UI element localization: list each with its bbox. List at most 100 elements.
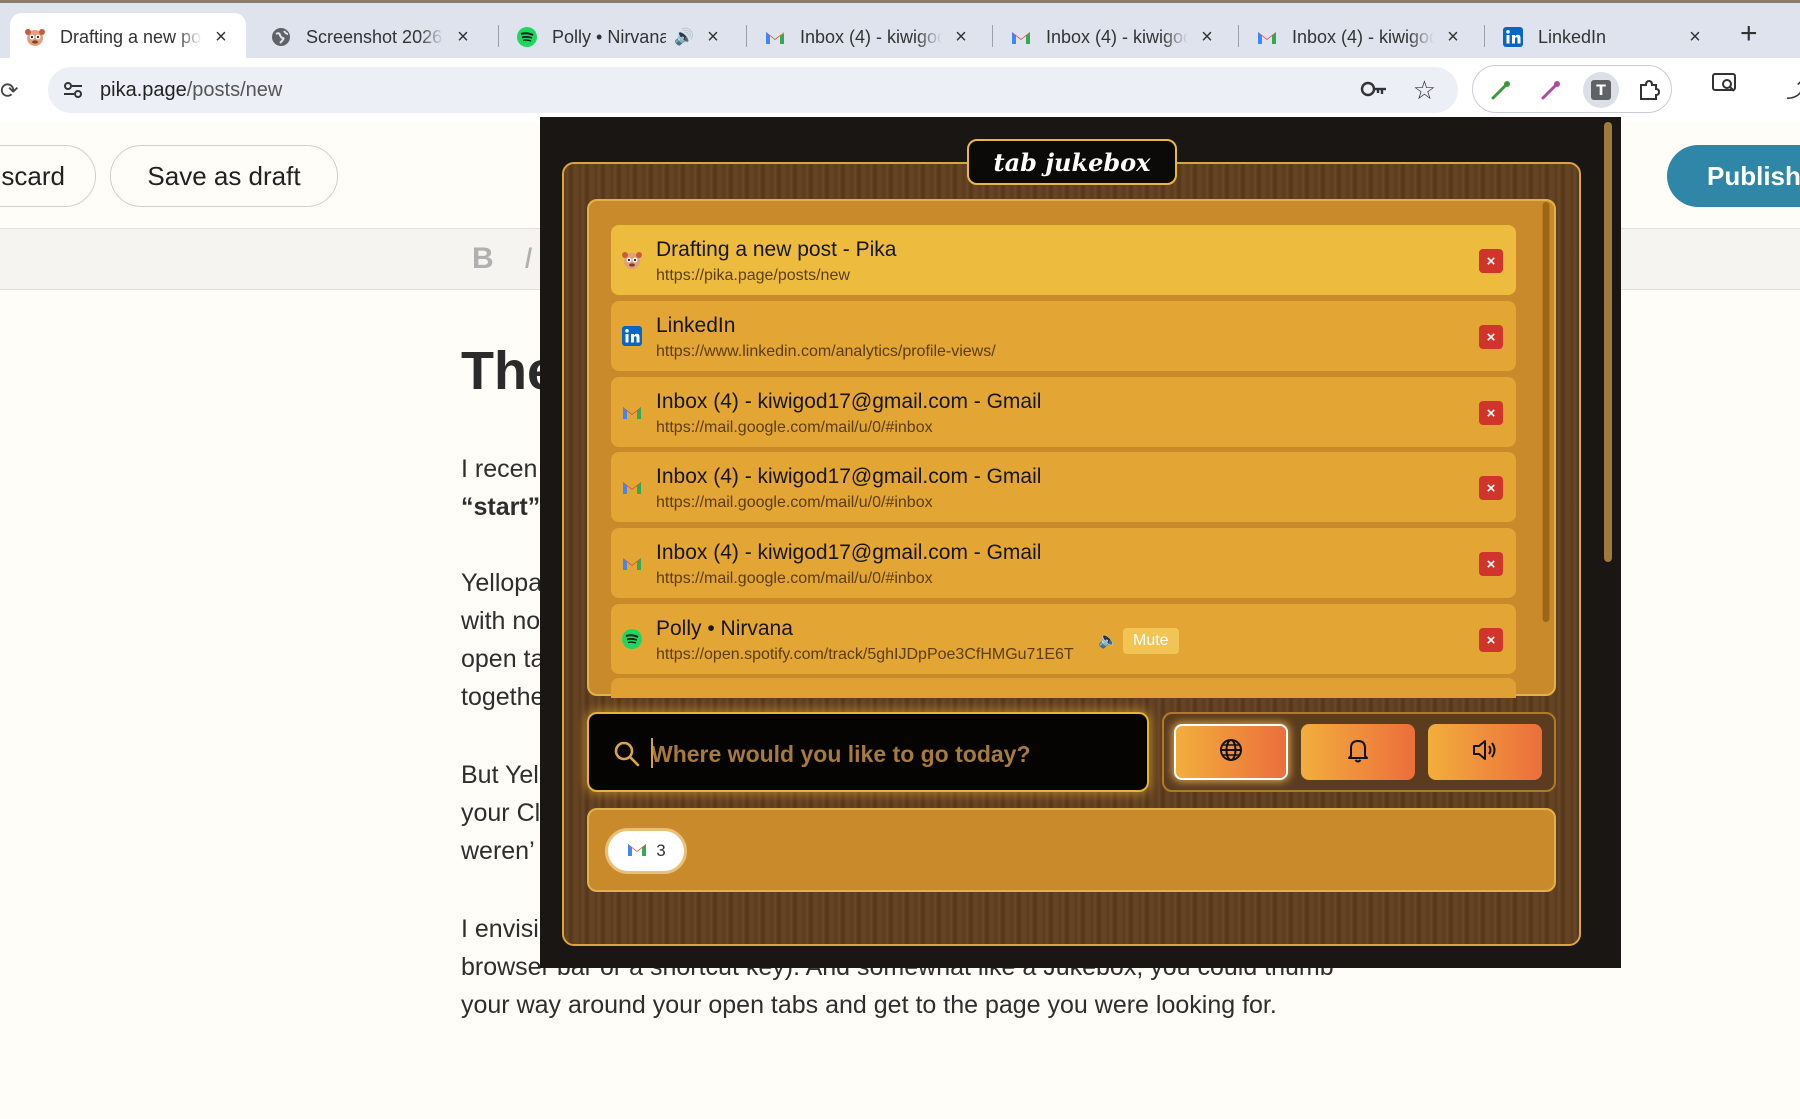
- post-body-line: “start”: [461, 493, 541, 521]
- tab-url: https://open.spotify.com/track/5ghIJDpPo…: [656, 646, 1074, 663]
- tab-search-icon[interactable]: [1712, 72, 1738, 100]
- tab-list-item-partial[interactable]: [611, 678, 1516, 698]
- close-tab-button[interactable]: ×: [1479, 552, 1503, 576]
- close-tab-button[interactable]: ×: [1479, 401, 1503, 425]
- extensions-group: T: [1472, 65, 1672, 113]
- post-body-line: Yellopa: [461, 569, 543, 597]
- url-text: pika.page/posts/new: [100, 79, 282, 102]
- search-box[interactable]: [587, 712, 1149, 792]
- speaker-icon: 🔈: [1098, 632, 1118, 649]
- filter-all-button[interactable]: [1174, 724, 1288, 780]
- tab-url: https://mail.google.com/mail/u/0/#inbox: [656, 419, 933, 436]
- tab-divider: [1238, 25, 1239, 47]
- address-bar[interactable]: pika.page/posts/new ☆: [48, 67, 1458, 113]
- italic-button[interactable]: I: [524, 242, 532, 276]
- tab-list-item[interactable]: Inbox (4) - kiwigod17@gmail.com - Gmail …: [611, 377, 1516, 447]
- search-icon: [613, 740, 641, 773]
- post-body-line: your way around your open tabs and get t…: [461, 991, 1277, 1019]
- purple-dropper-icon[interactable]: [1533, 72, 1569, 108]
- gmail-icon: [1256, 26, 1278, 48]
- post-body-line: with no: [461, 607, 541, 635]
- close-icon[interactable]: ×: [950, 26, 972, 49]
- tab-divider: [1484, 25, 1485, 47]
- mute-button[interactable]: Mute: [1123, 628, 1179, 654]
- chip-count: 3: [656, 841, 666, 860]
- bell-icon: [1345, 736, 1371, 769]
- green-dropper-icon[interactable]: [1483, 72, 1519, 108]
- tab-list-item[interactable]: Inbox (4) - kiwigod17@gmail.com - Gmail …: [611, 452, 1516, 522]
- browser-tab-label: Inbox (4) - kiwigod17@gmail.com - Gmail: [1292, 26, 1434, 47]
- gmail-icon: [621, 552, 643, 574]
- browser-tab-label: LinkedIn: [1538, 26, 1607, 47]
- bold-button[interactable]: B: [472, 242, 494, 276]
- browser-tab-screenshot[interactable]: Screenshot 2026- ×: [256, 13, 488, 61]
- browser-tab-label: Screenshot 2026-: [306, 26, 444, 47]
- profile-icon[interactable]: ⤴: [1786, 72, 1800, 104]
- speaker-icon[interactable]: 🔊: [674, 27, 694, 47]
- spotify-icon: [621, 628, 643, 650]
- tab-list-item[interactable]: LinkedIn https://www.linkedin.com/analyt…: [611, 301, 1516, 371]
- close-icon[interactable]: ×: [1196, 26, 1218, 49]
- browser-tab-label: Polly • Nirvana: [552, 26, 667, 47]
- publish-button[interactable]: Publish: [1667, 145, 1800, 207]
- site-group-tray: [587, 808, 1556, 892]
- globe-icon: [270, 26, 292, 48]
- close-icon[interactable]: ×: [452, 26, 474, 49]
- tab-url: https://pika.page/posts/new: [656, 267, 850, 284]
- gmail-icon: [626, 840, 648, 863]
- globe-icon: [1218, 737, 1244, 768]
- filter-audio-button[interactable]: [1428, 724, 1542, 780]
- close-icon[interactable]: ×: [702, 26, 724, 49]
- linkedin-icon: [1502, 26, 1524, 48]
- gmail-icon: [621, 476, 643, 498]
- tab-list-item[interactable]: Polly • Nirvana https://open.spotify.com…: [611, 604, 1516, 674]
- tab-list-item[interactable]: Inbox (4) - kiwigod17@gmail.com - Gmail …: [611, 528, 1516, 598]
- post-body-line: But Yel: [461, 761, 539, 789]
- bookmark-star-icon[interactable]: ☆: [1413, 75, 1436, 106]
- close-icon[interactable]: ×: [1684, 26, 1706, 49]
- tab-title: Inbox (4) - kiwigod17@gmail.com - Gmail: [656, 390, 1042, 413]
- publish-label: Publish: [1707, 160, 1800, 191]
- jukebox-title: tab jukebox: [967, 139, 1177, 185]
- search-input[interactable]: [651, 736, 1121, 772]
- browser-tab-gmail[interactable]: Inbox (4) - kiwigod17@gmail.com - Gmail …: [750, 13, 986, 61]
- speaker-icon: [1471, 737, 1499, 768]
- close-icon[interactable]: ×: [1442, 26, 1464, 49]
- browser-tab-gmail[interactable]: Inbox (4) - kiwigod17@gmail.com - Gmail …: [1242, 13, 1478, 61]
- close-tab-button[interactable]: ×: [1479, 325, 1503, 349]
- discard-button[interactable]: Discard: [0, 145, 96, 207]
- puzzle-extensions-icon[interactable]: [1631, 72, 1667, 108]
- gmail-icon: [1010, 26, 1032, 48]
- tab-title: Inbox (4) - kiwigod17@gmail.com - Gmail: [656, 541, 1042, 564]
- filter-notifications-button[interactable]: [1301, 724, 1415, 780]
- save-draft-button[interactable]: Save as draft: [110, 145, 338, 207]
- discard-label: Discard: [0, 160, 65, 191]
- tab-list-scrollbar[interactable]: [1542, 202, 1550, 622]
- tab-url: https://mail.google.com/mail/u/0/#inbox: [656, 494, 933, 511]
- tab-title: LinkedIn: [656, 314, 736, 337]
- browser-tab-gmail[interactable]: Inbox (4) - kiwigod17@gmail.com - Gmail …: [996, 13, 1232, 61]
- tab-strip: Drafting a new post - Pika × Screenshot …: [0, 0, 1800, 61]
- popup-scrollbar[interactable]: [1604, 122, 1612, 562]
- close-tab-button[interactable]: ×: [1479, 249, 1503, 273]
- pika-icon: [621, 249, 643, 271]
- tab-list-item-selected[interactable]: Drafting a new post - Pika https://pika.…: [611, 225, 1516, 295]
- gmail-group-chip[interactable]: 3: [605, 828, 687, 874]
- url-path: /posts/new: [186, 78, 283, 101]
- gmail-icon: [764, 26, 786, 48]
- save-draft-label: Save as draft: [147, 160, 301, 191]
- browser-tab-spotify[interactable]: Polly • Nirvana 🔊 ×: [502, 13, 738, 61]
- close-icon[interactable]: ×: [210, 26, 232, 49]
- browser-tab-pika[interactable]: Drafting a new post - Pika ×: [10, 13, 246, 61]
- password-key-icon[interactable]: [1360, 79, 1388, 104]
- post-body-line: I recen: [461, 455, 538, 483]
- tab-jukebox-extension-icon[interactable]: T: [1583, 72, 1619, 108]
- new-tab-button[interactable]: +: [1740, 17, 1758, 51]
- browser-tab-linkedin[interactable]: LinkedIn ×: [1488, 13, 1720, 61]
- post-body-line: I envisi: [461, 915, 539, 943]
- close-tab-button[interactable]: ×: [1479, 628, 1503, 652]
- site-settings-icon[interactable]: [60, 77, 86, 103]
- close-tab-button[interactable]: ×: [1479, 476, 1503, 500]
- post-body-line: your Cl: [461, 799, 541, 827]
- reload-icon[interactable]: ⟳: [0, 78, 18, 104]
